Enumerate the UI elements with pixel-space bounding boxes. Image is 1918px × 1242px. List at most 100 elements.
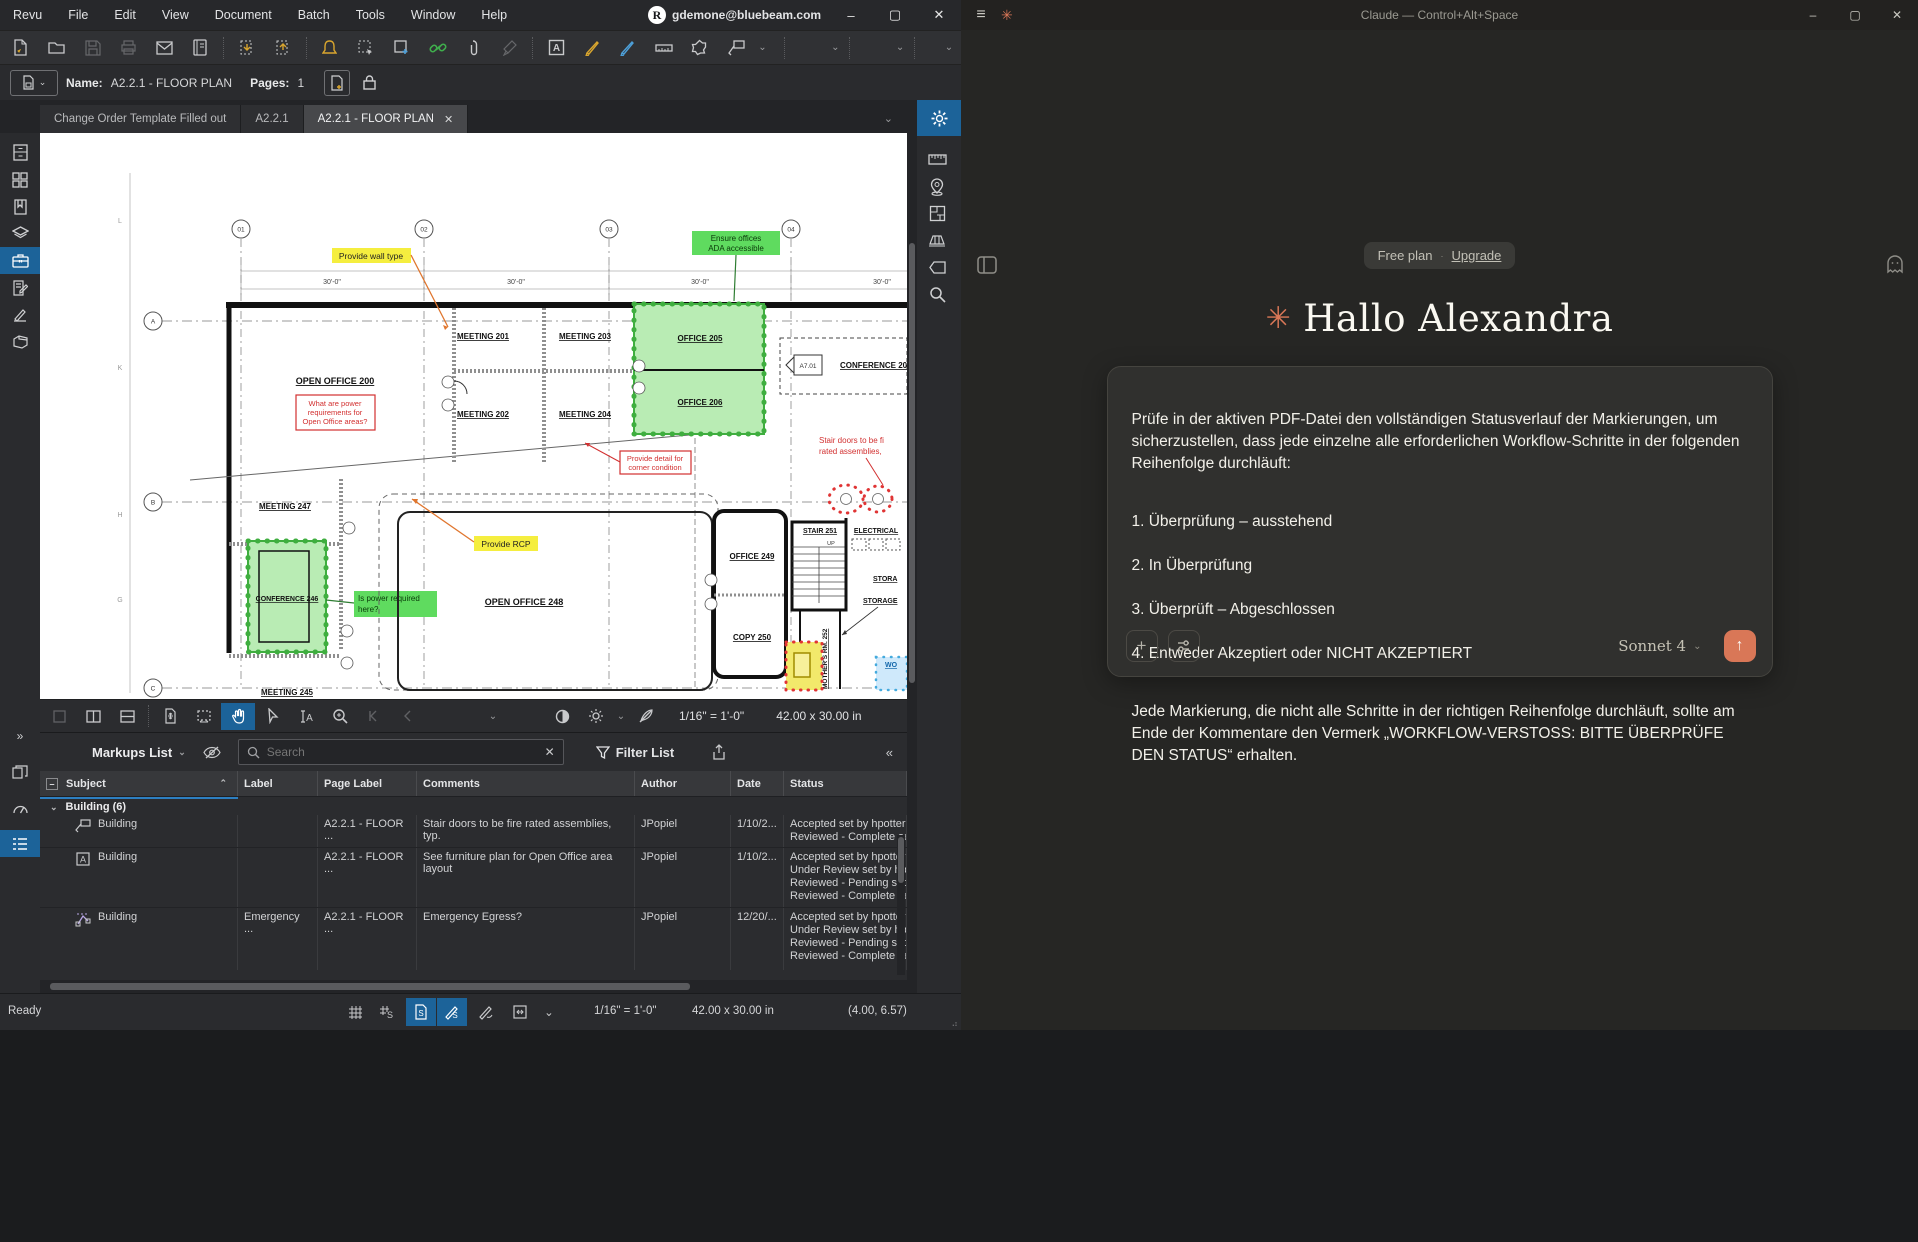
markup-stair-doors-note[interactable]: Stair doors to be fi rated assemblies, [819, 436, 884, 485]
polygon-tool[interactable] [683, 34, 717, 62]
hyperlink-button[interactable] [421, 34, 455, 62]
chevron-down-icon[interactable]: ⌄ [827, 42, 843, 53]
markup-yellow-zone[interactable] [786, 642, 822, 690]
collapse-panel-icon[interactable]: « [886, 745, 893, 760]
menu-tools[interactable]: Tools [343, 0, 398, 30]
column-comments[interactable]: Comments [417, 771, 635, 796]
tab-list-chevron-icon[interactable]: ⌄ [884, 112, 893, 125]
column-page-label[interactable]: Page Label [318, 771, 417, 796]
markups-vscrollbar[interactable] [897, 835, 905, 975]
lock-icon[interactable] [362, 74, 377, 91]
filter-list-button[interactable]: Filter List [596, 745, 675, 760]
properties-gear-icon[interactable] [917, 100, 961, 136]
prompt-input-card[interactable]: Prüfe in der aktiven PDF-Datei den volls… [1107, 366, 1773, 677]
upgrade-link[interactable]: Upgrade [1452, 248, 1502, 263]
prompt-text[interactable]: Prüfe in der aktiven PDF-Datei den volls… [1132, 387, 1748, 803]
markup-corner-note[interactable]: Provide detail for corner condition [585, 443, 691, 474]
column-date[interactable]: Date [731, 771, 784, 796]
markups-search[interactable]: ✕ [238, 739, 564, 765]
signatures-icon[interactable] [0, 301, 40, 328]
group-collapse-icon[interactable]: ⌄ [50, 802, 58, 813]
column-author[interactable]: Author [635, 771, 731, 796]
text-box-tool[interactable]: A [539, 34, 573, 62]
export-button[interactable] [266, 34, 300, 62]
markup-ada-note[interactable]: Ensure offices ADA accessible [692, 231, 780, 301]
split-horizontal-icon[interactable] [110, 703, 144, 730]
clear-search-icon[interactable]: ✕ [545, 745, 555, 759]
export-summary-icon[interactable] [712, 744, 726, 760]
markups-list-panel-icon[interactable] [0, 830, 40, 857]
send-button[interactable]: ↑ [1724, 630, 1756, 662]
snap-to-markup-icon[interactable]: S [437, 998, 467, 1026]
import-button[interactable] [230, 34, 264, 62]
snap-toggle-icon[interactable]: S [372, 998, 402, 1026]
claude-close-button[interactable]: ✕ [1876, 0, 1918, 30]
menu-view[interactable]: View [149, 0, 202, 30]
attach-plus-button[interactable]: + [1126, 630, 1158, 662]
minimize-button[interactable]: – [829, 0, 873, 30]
markup-row[interactable]: A Building A2.2.1 - FLOOR ... See furnit… [40, 848, 907, 908]
select-text-icon[interactable]: A [289, 703, 323, 730]
markup-row[interactable]: Building Emergency ... A2.2.1 - FLOOR ..… [40, 908, 907, 970]
canvas-vscrollbar[interactable] [907, 133, 917, 993]
first-page-icon[interactable] [357, 703, 391, 730]
fit-page-icon[interactable] [153, 703, 187, 730]
markup-row[interactable]: Building A2.2.1 - FLOOR ... Stair doors … [40, 815, 907, 848]
markups-hscrollbar[interactable] [40, 980, 907, 993]
spaces-pin-icon[interactable] [917, 173, 957, 200]
tab-a221-floor-plan[interactable]: A2.2.1 - FLOOR PLAN ✕ [304, 105, 469, 133]
layers-icon[interactable] [0, 220, 40, 247]
snap-to-content-icon[interactable]: S [406, 998, 436, 1026]
thumbnails-icon[interactable] [0, 166, 40, 193]
sidebar-toggle-icon[interactable] [977, 256, 997, 274]
open-button[interactable] [40, 34, 74, 62]
email-button[interactable] [148, 34, 182, 62]
account-button[interactable]: R gdemone@bluebeam.com [648, 6, 821, 24]
bookmarks-icon[interactable] [0, 193, 40, 220]
select-tool-icon[interactable] [255, 703, 289, 730]
panel-expand-icon[interactable]: » [0, 722, 40, 749]
measurements-icon[interactable] [917, 146, 957, 173]
contrast-icon[interactable] [545, 703, 579, 730]
snapshot-button[interactable] [349, 34, 383, 62]
menu-document[interactable]: Document [202, 0, 285, 30]
sync-views-icon[interactable] [505, 998, 535, 1026]
menu-revu[interactable]: Revu [0, 0, 55, 30]
add-page-button[interactable] [324, 70, 350, 96]
chevron-down-icon[interactable]: ⌄ [540, 998, 558, 1026]
markup-summary-icon[interactable] [0, 274, 40, 301]
pdf-canvas[interactable]: L K H G [40, 133, 907, 699]
spaces-icon[interactable] [0, 328, 40, 355]
search-input[interactable] [267, 745, 538, 759]
markups-list-title[interactable]: Markups List ⌄ [92, 745, 186, 760]
menu-batch[interactable]: Batch [285, 0, 343, 30]
incognito-ghost-icon[interactable] [1886, 254, 1904, 274]
measure-tool[interactable] [647, 34, 681, 62]
resize-grip[interactable]: ⣠ [951, 1016, 958, 1027]
tab-close-icon[interactable]: ✕ [444, 113, 453, 126]
chevron-down-icon[interactable]: ⌄ [892, 42, 908, 53]
sets-panel-icon[interactable] [0, 758, 40, 785]
new-document-button[interactable] [4, 34, 38, 62]
menu-edit[interactable]: Edit [101, 0, 149, 30]
document-selector[interactable]: ⌄ [10, 70, 58, 96]
format-paint-button[interactable] [492, 34, 526, 62]
flag-button[interactable] [313, 34, 347, 62]
group-row-building[interactable]: ⌄ Building (6) [40, 797, 238, 815]
search-panel-icon[interactable] [917, 281, 957, 308]
layout-icon[interactable] [917, 200, 957, 227]
pan-tool-icon[interactable] [221, 703, 255, 730]
chevron-down-icon[interactable]: ⌄ [755, 42, 771, 53]
menu-file[interactable]: File [55, 0, 101, 30]
pen-mode-icon[interactable] [471, 998, 501, 1026]
highlight-tool[interactable] [611, 34, 645, 62]
grid-toggle-icon[interactable] [340, 998, 370, 1026]
prev-page-icon[interactable] [391, 703, 425, 730]
hide-markups-icon[interactable] [202, 745, 222, 760]
claude-minimize-button[interactable]: – [1792, 0, 1834, 30]
page-stack-icon[interactable] [917, 227, 957, 254]
attachment-button[interactable] [457, 34, 491, 62]
file-access-icon[interactable] [0, 139, 40, 166]
print-button[interactable] [112, 34, 146, 62]
column-label[interactable]: Label [238, 771, 318, 796]
